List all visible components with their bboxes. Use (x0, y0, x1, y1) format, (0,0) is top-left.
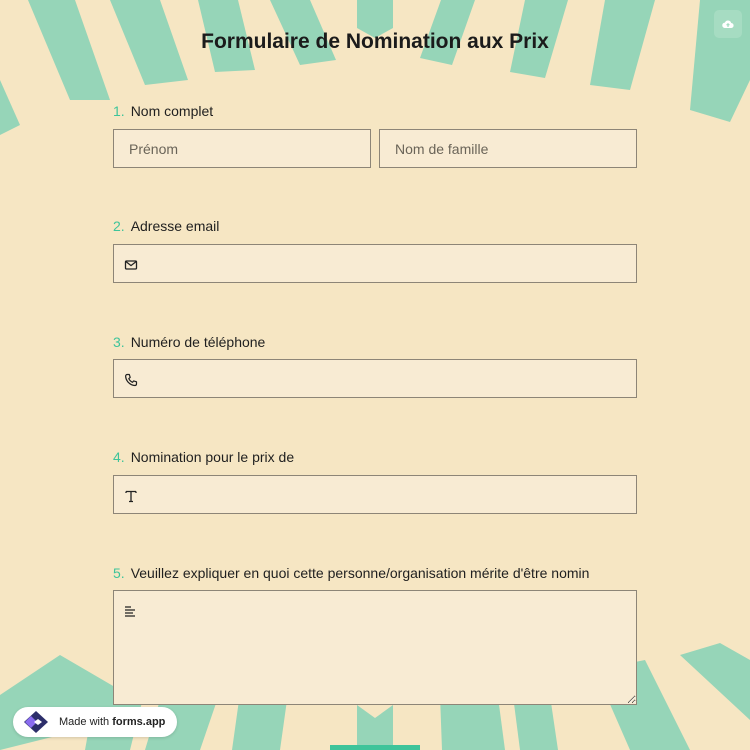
question-text: Numéro de téléphone (130, 334, 266, 350)
cloud-upload-icon (722, 20, 734, 29)
justification-textarea[interactable] (113, 590, 637, 705)
question-label: 2. Adresse email (113, 217, 637, 235)
question-number: 4. (113, 449, 125, 465)
question-text: Veuillez expliquer en quoi cette personn… (130, 565, 590, 581)
question-number: 5. (113, 565, 125, 581)
paragraph-icon (125, 606, 135, 617)
phone-field[interactable] (113, 359, 637, 398)
email-field[interactable] (113, 244, 637, 283)
question-email: 2. Adresse email (113, 217, 637, 283)
question-number: 1. (113, 103, 125, 119)
question-label: 1. Nom complet (113, 102, 637, 120)
question-award: 4. Nomination pour le prix de (113, 448, 637, 514)
question-justification: 5. Veuillez expliquer en quoi cette perso… (113, 564, 637, 705)
question-phone: 3. Numéro de téléphone (113, 333, 637, 398)
save-progress-button[interactable] (714, 10, 742, 38)
made-with-badge[interactable]: Made with forms.app (13, 707, 178, 737)
question-label: 3. Numéro de téléphone (113, 333, 637, 351)
award-input[interactable] (114, 476, 636, 513)
email-input[interactable] (114, 245, 636, 282)
next-button[interactable] (330, 745, 420, 750)
last-name-input[interactable] (380, 130, 636, 167)
award-field[interactable] (113, 475, 637, 514)
page-title: Formulaire de Nomination aux Prix (201, 30, 549, 53)
forms-app-logo-icon (24, 711, 48, 733)
question-label: 4. Nomination pour le prix de (113, 448, 637, 466)
text-icon (125, 490, 137, 503)
question-label: 5. Veuillez expliquer en quoi cette perso… (113, 564, 637, 582)
question-text: Nomination pour le prix de (130, 449, 295, 465)
question-text: Nom complet (130, 103, 214, 119)
phone-icon (125, 373, 138, 387)
last-name-field[interactable] (379, 129, 637, 168)
first-name-field[interactable] (113, 129, 371, 168)
envelope-icon (124, 260, 138, 270)
badge-text: Made with forms.app (59, 716, 166, 728)
question-text: Adresse email (130, 218, 220, 234)
question-full-name: 1. Nom complet (113, 102, 637, 168)
phone-input[interactable] (114, 360, 636, 397)
first-name-input[interactable] (114, 130, 370, 167)
question-number: 3. (113, 334, 125, 350)
question-number: 2. (113, 218, 125, 234)
